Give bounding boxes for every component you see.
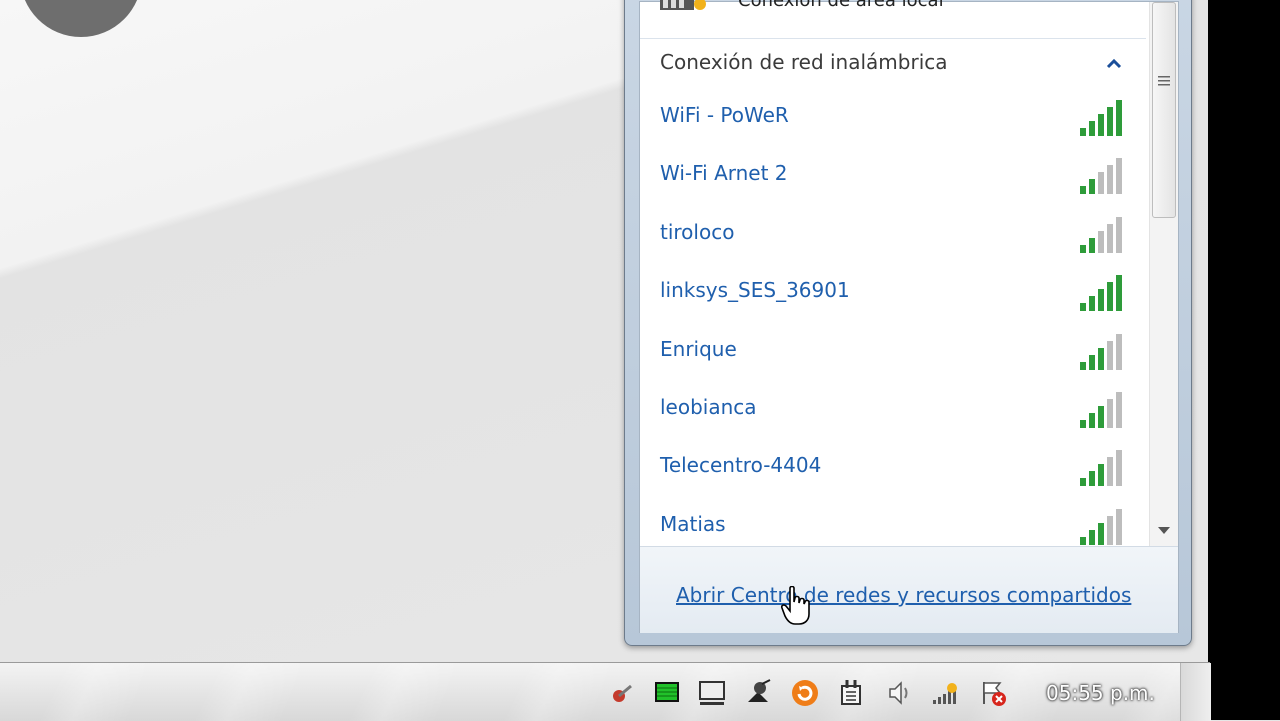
network-name: leobianca <box>660 395 757 419</box>
network-row[interactable]: linksys_SES_36901 <box>640 265 1146 321</box>
network-name: Matias <box>660 511 726 536</box>
network-name: tiroloco <box>660 219 735 244</box>
network-row[interactable]: Telecentro-4404 <box>640 440 1146 496</box>
network-flyout-panel: Conexión de área local Conexión de red i… <box>639 0 1179 633</box>
collapse-section-button[interactable] <box>1102 52 1126 76</box>
network-row[interactable]: leobianca <box>640 382 1146 438</box>
network-list: WiFi - PoWeR Wi-Fi Arnet 2 tiroloco linksys… <box>640 90 1146 546</box>
network-row[interactable]: WiFi - PoWeR <box>640 90 1146 146</box>
network-row[interactable]: tiroloco <box>640 207 1146 263</box>
network-signal-icon[interactable] <box>930 678 960 708</box>
power-plug-icon[interactable] <box>836 678 866 708</box>
volume-icon[interactable] <box>884 678 914 708</box>
refresh-orange-icon[interactable] <box>790 678 820 708</box>
network-name: WiFi - PoWeR <box>660 103 789 127</box>
chevron-up-icon <box>1106 58 1122 69</box>
taskbar-clock[interactable]: 05:55 p.m. <box>1046 681 1155 705</box>
signal-strength-icon <box>1080 216 1122 253</box>
desktop-circle-decoration <box>20 0 142 37</box>
app-icon[interactable] <box>606 678 636 708</box>
wireless-section-title: Conexión de red inalámbrica <box>660 50 948 74</box>
network-status-icon <box>660 0 706 10</box>
network-name: Telecentro-4404 <box>660 453 822 478</box>
scrollbar-thumb[interactable] <box>1152 2 1176 218</box>
signal-strength-icon <box>1080 508 1122 545</box>
network-name: linksys_SES_36901 <box>660 278 850 303</box>
display-icon[interactable] <box>697 678 727 708</box>
taskbar-gloss <box>0 663 1210 721</box>
signal-strength-icon <box>1080 275 1122 312</box>
network-flyout: Conexión de área local Conexión de red i… <box>624 0 1192 646</box>
wired-connection-item[interactable]: Conexión de área local <box>640 0 1146 39</box>
network-row[interactable]: Matias <box>640 499 1146 546</box>
scroll-down-arrow-icon[interactable] <box>1158 527 1170 534</box>
show-desktop-button[interactable] <box>1180 663 1211 721</box>
signal-strength-icon <box>1080 392 1122 428</box>
open-network-center-link[interactable]: Abrir Centro de redes y recursos compart… <box>676 583 1131 607</box>
signal-strength-icon <box>1080 100 1122 136</box>
satellite-icon[interactable] <box>744 678 774 708</box>
signal-strength-icon <box>1080 450 1122 487</box>
network-name: Enrique <box>660 336 737 361</box>
signal-strength-icon <box>1080 158 1122 195</box>
network-name: Wi-Fi Arnet 2 <box>660 161 788 186</box>
network-list-scrollbar[interactable] <box>1149 2 1178 547</box>
flyout-footer: Abrir Centro de redes y recursos compart… <box>640 546 1178 633</box>
taskbar: 05:55 p.m. <box>0 662 1211 721</box>
monitor-green-icon[interactable] <box>652 678 682 708</box>
scroll-grip-icon <box>1158 76 1170 86</box>
network-row[interactable]: Enrique <box>640 324 1146 380</box>
network-row[interactable]: Wi-Fi Arnet 2 <box>640 148 1146 204</box>
hand-cursor-icon <box>781 586 810 625</box>
wired-connection-label: Conexión de área local <box>738 0 944 11</box>
signal-strength-icon <box>1080 333 1122 370</box>
screen-edge <box>1208 0 1280 720</box>
action-center-icon[interactable] <box>978 678 1008 708</box>
